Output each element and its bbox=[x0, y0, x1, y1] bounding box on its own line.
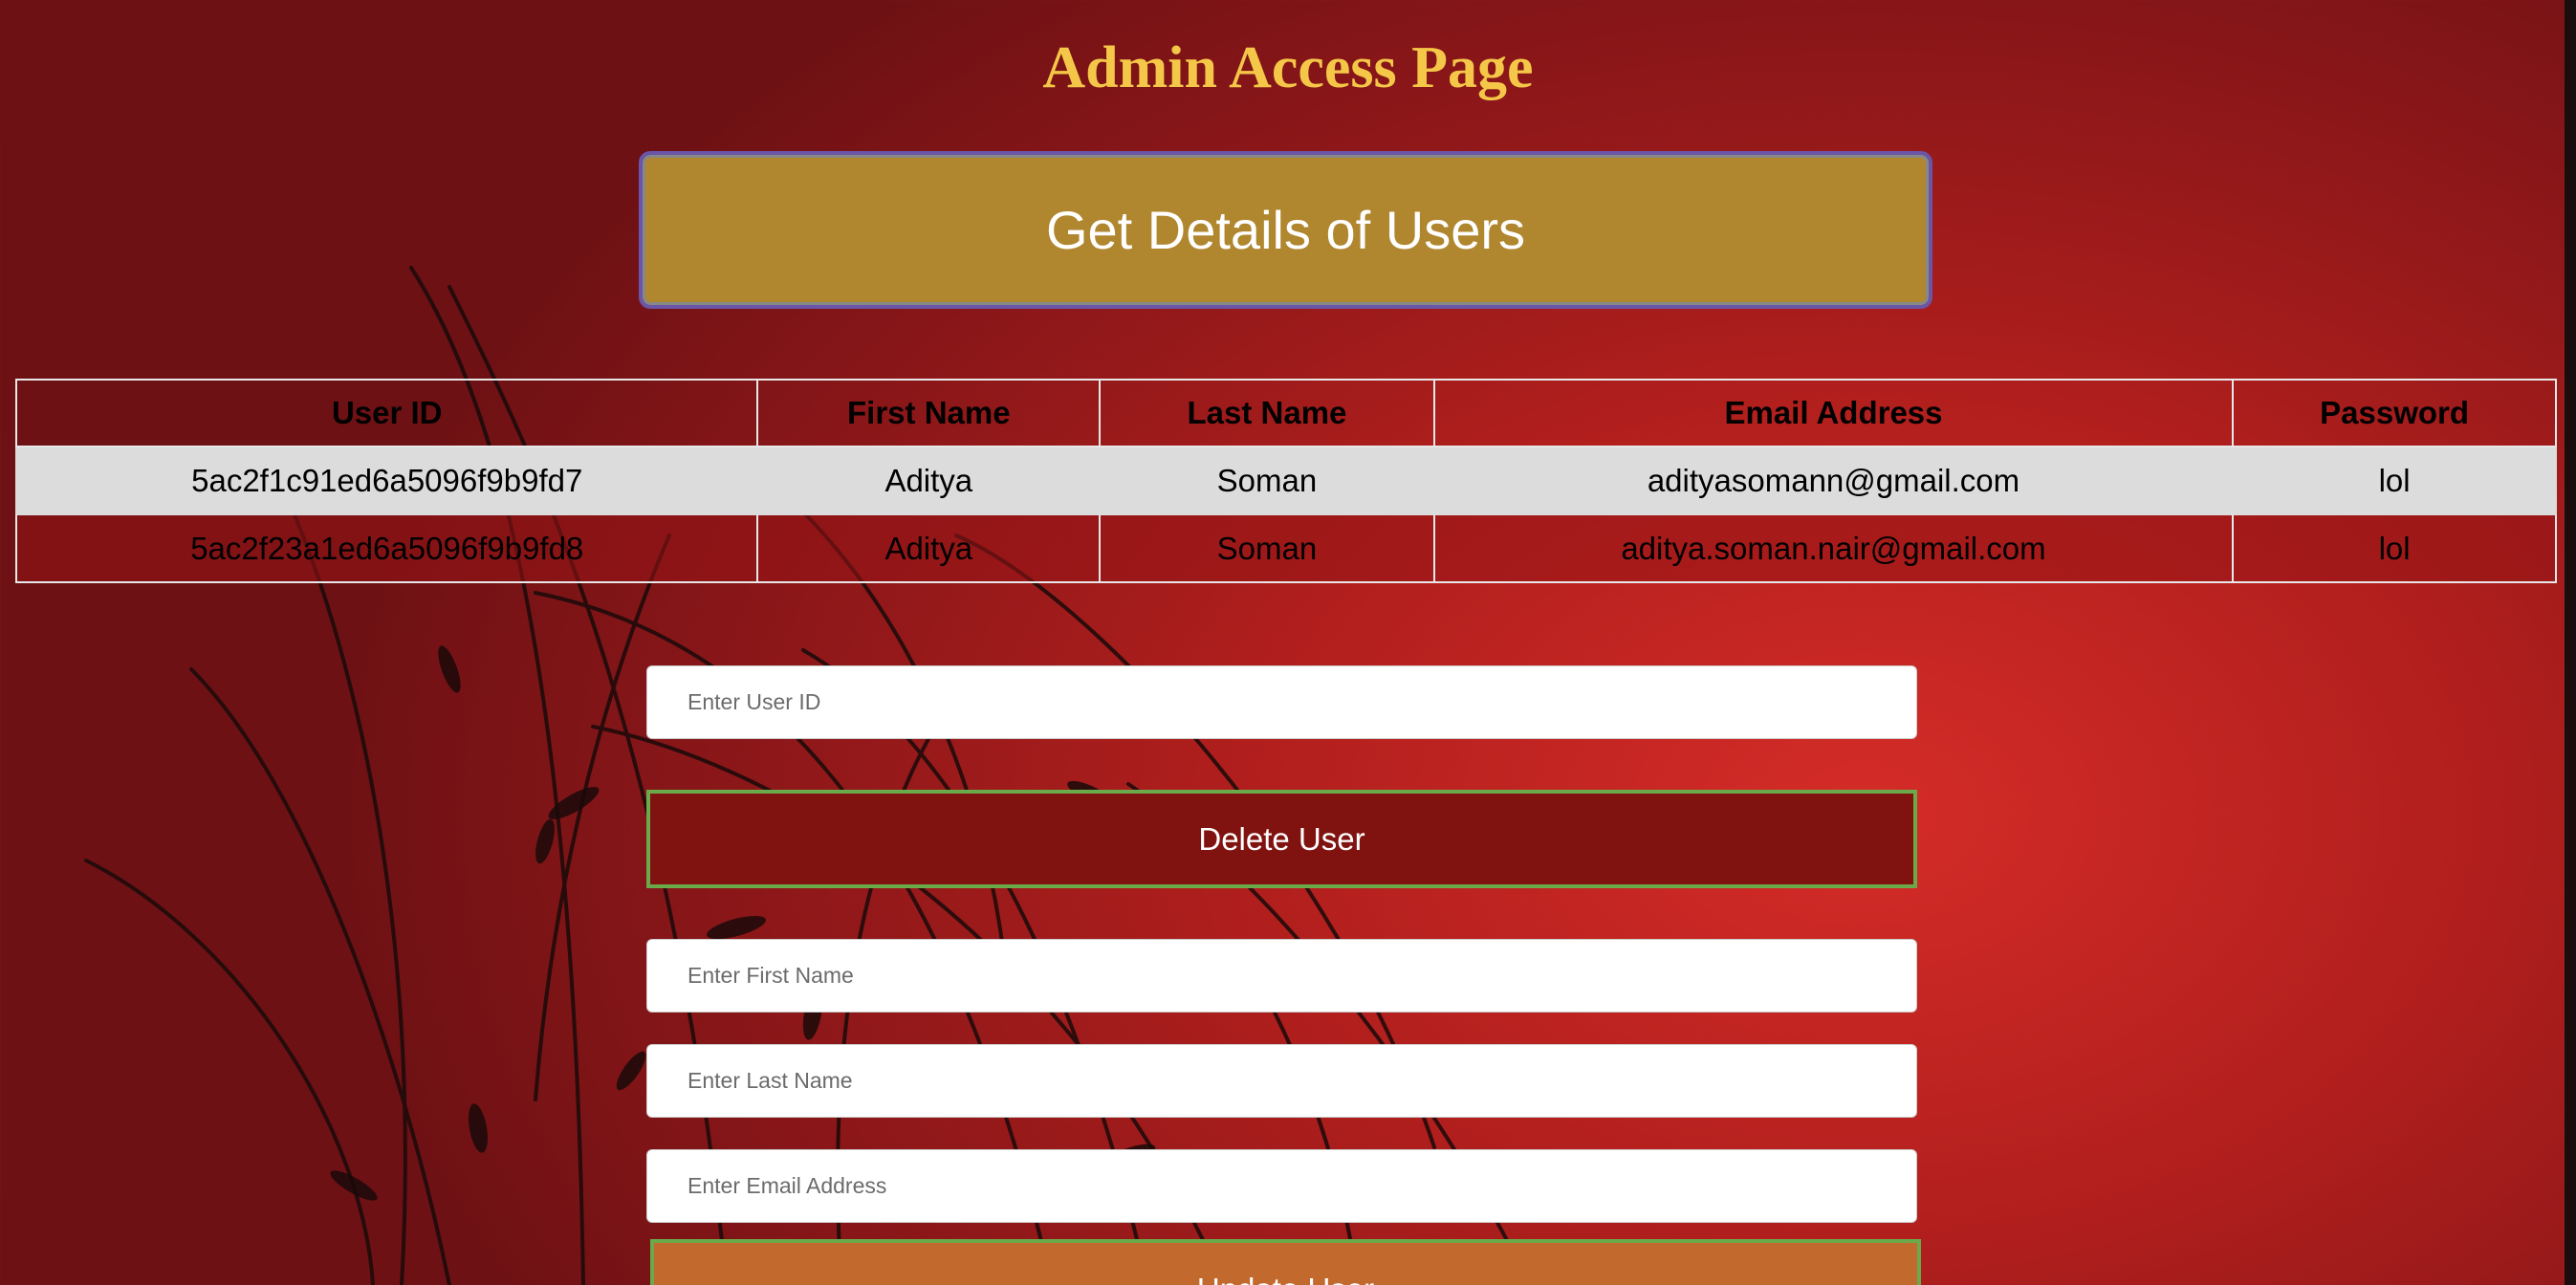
header-last-name: Last Name bbox=[1099, 379, 1435, 447]
window-edge bbox=[2565, 0, 2576, 1285]
delete-user-button[interactable]: Delete User bbox=[646, 790, 1917, 888]
header-first-name: First Name bbox=[756, 379, 1102, 447]
email-input[interactable] bbox=[646, 1149, 1917, 1223]
cell-last-name: Soman bbox=[1099, 446, 1435, 515]
cell-password: lol bbox=[2232, 446, 2557, 515]
header-email-address: Email Address bbox=[1432, 379, 2235, 447]
table-row: 5ac2f1c91ed6a5096f9b9fd7 Aditya Soman ad… bbox=[14, 446, 2557, 515]
users-table: User ID First Name Last Name Email Addre… bbox=[14, 379, 2557, 583]
cell-user-id: 5ac2f1c91ed6a5096f9b9fd7 bbox=[14, 446, 759, 515]
cell-user-id: 5ac2f23a1ed6a5096f9b9fd8 bbox=[14, 513, 759, 583]
get-details-button[interactable]: Get Details of Users bbox=[639, 151, 1932, 309]
page-title: Admin Access Page bbox=[1042, 35, 1534, 100]
cell-password: lol bbox=[2232, 513, 2557, 583]
table-header-row: User ID First Name Last Name Email Addre… bbox=[14, 379, 2557, 447]
cell-email-address: aditya.soman.nair@gmail.com bbox=[1432, 513, 2235, 583]
cell-first-name: Aditya bbox=[756, 513, 1102, 583]
first-name-input[interactable] bbox=[646, 939, 1917, 1013]
update-user-button[interactable]: Update User bbox=[650, 1239, 1921, 1285]
header-password: Password bbox=[2232, 379, 2557, 447]
last-name-input[interactable] bbox=[646, 1044, 1917, 1118]
cell-last-name: Soman bbox=[1099, 513, 1435, 583]
user-id-input[interactable] bbox=[646, 665, 1917, 739]
cell-first-name: Aditya bbox=[756, 446, 1102, 515]
cell-email-address: adityasomann@gmail.com bbox=[1432, 446, 2235, 515]
header-user-id: User ID bbox=[14, 379, 759, 447]
table-row: 5ac2f23a1ed6a5096f9b9fd8 Aditya Soman ad… bbox=[14, 513, 2557, 583]
